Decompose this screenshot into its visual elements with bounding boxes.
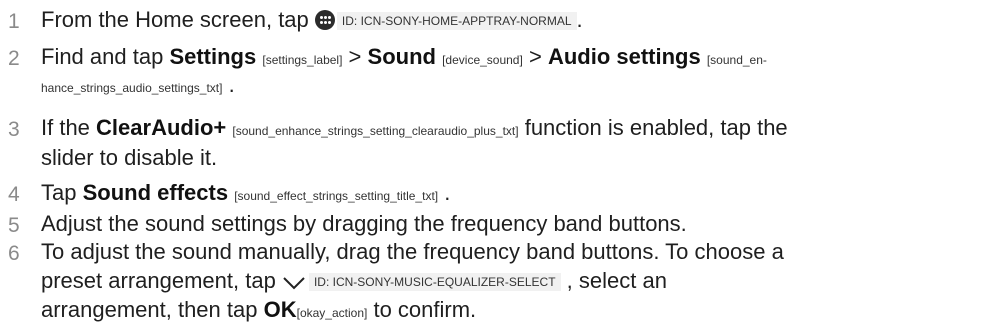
step-text: Tap Sound effects [sound_effect_strings_… [41,180,451,205]
icon-id-label: ID: ICN-SONY-HOME-APPTRAY-NORMAL [336,12,577,30]
step-number: 1 [8,10,20,33]
step-text-continued: slider to disable it. [41,145,218,170]
step-number: 6 [8,242,20,265]
step-number: 5 [8,214,20,237]
step-text-continued: preset arrangement, tap ID: ICN-SONY-MUS… [41,268,667,293]
step-text: Adjust the sound settings by dragging th… [41,211,687,236]
icon-id-label: ID: ICN-SONY-MUSIC-EQUALIZER-SELECT [308,273,561,291]
audio-settings-menu-label: Audio settings [547,44,701,69]
step-text: If the ClearAudio+ [sound_enhance_string… [41,115,788,140]
step-number: 4 [8,183,20,206]
step-text: From the Home screen, tap ID: ICN-SONY-H… [41,7,583,32]
step-text-continued: arrangement, then tap OK[okay_action] to… [41,297,477,322]
ok-button-label: OK [263,297,297,322]
step-number: 3 [8,118,20,141]
step-text: Find and tap Settings [settings_label] >… [41,44,767,69]
clearaudio-option-label: ClearAudio+ [96,115,227,140]
step-text: To adjust the sound manually, drag the f… [41,239,784,264]
step-number: 2 [8,47,20,70]
settings-menu-label: Settings [169,44,257,69]
step-text-continued: hance_strings_audio_settings_txt] . [41,72,235,97]
sound-effects-option-label: Sound effects [82,180,229,205]
chevron-down-icon [283,277,305,290]
app-tray-icon [314,10,335,30]
sound-menu-label: Sound [367,44,436,69]
